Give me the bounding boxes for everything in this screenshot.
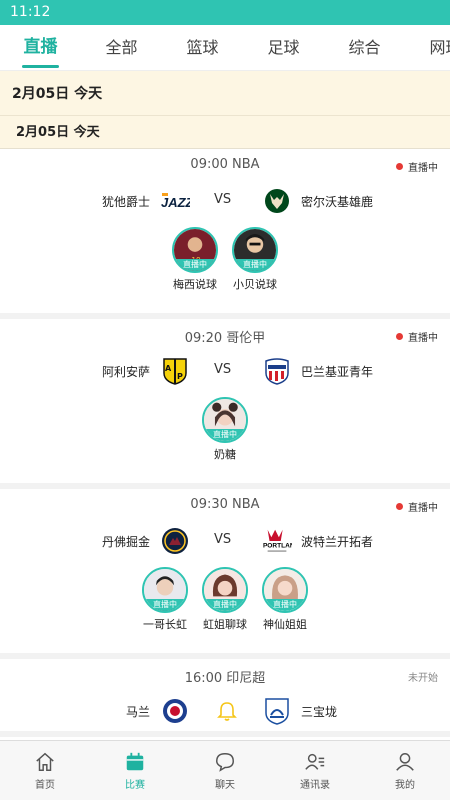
anchor-item[interactable]: 直播中 虹姐聊球 — [202, 567, 248, 653]
match-list[interactable]: 2月05日 今天 2月05日 今天 09:00 NBA 直播中 犹他爵士 JAZ… — [0, 70, 450, 740]
calendar-icon — [126, 752, 144, 771]
anchor-name: 神仙姐姐 — [263, 618, 307, 631]
match-card[interactable]: 16:00 印尼超 未开始 马兰 三宝垅 — [0, 659, 450, 737]
jazz-logo-icon: JAZZ — [160, 187, 190, 215]
tab-tennis[interactable]: 网球 — [405, 25, 450, 70]
anchor-item[interactable]: 直播中 神仙姐姐 — [262, 567, 308, 653]
home-team-name: 阿利安萨 — [101, 365, 150, 379]
live-dot-icon — [396, 333, 403, 340]
nav-label: 比赛 — [125, 780, 145, 791]
clock: 11:12 — [10, 4, 51, 20]
psis-logo-icon — [262, 697, 292, 725]
svg-text:PORTLAND: PORTLAND — [263, 543, 292, 550]
status-badge: 直播中 — [396, 329, 438, 344]
nuggets-logo-icon — [160, 527, 190, 555]
away-team-name: 三宝垅 — [301, 705, 338, 719]
nav-label: 通讯录 — [300, 780, 330, 791]
match-card[interactable]: 09:30 NBA 直播中 丹佛掘金 VS PORTLAND 波特兰开拓者 直播… — [0, 489, 450, 659]
avatar: 直播中 — [142, 567, 188, 613]
anchor-name: 梅西说球 — [173, 278, 217, 291]
vs-label: VS — [214, 362, 232, 377]
contacts-icon — [305, 753, 325, 770]
nav-label: 我的 — [395, 780, 415, 791]
tab-basketball[interactable]: 篮球 — [162, 25, 243, 70]
avatar: 直播中 — [232, 227, 278, 273]
away-team-name: 巴兰基亚青年 — [301, 365, 374, 379]
vs-label: VS — [214, 532, 232, 547]
nav-profile[interactable]: 我的 — [360, 741, 450, 800]
bucks-logo-icon — [262, 187, 292, 215]
live-badge: 直播中 — [144, 599, 186, 611]
alianza-logo-icon: AP — [160, 357, 190, 385]
live-badge: 直播中 — [204, 599, 246, 611]
away-team-name: 波特兰开拓者 — [301, 535, 374, 549]
match-time-league: 09:00 NBA — [190, 157, 260, 172]
nav-label: 首页 — [35, 780, 55, 791]
live-badge: 直播中 — [264, 599, 306, 611]
away-team-name: 密尔沃基雄鹿 — [301, 195, 374, 209]
live-dot-icon — [396, 163, 403, 170]
svg-text:JAZZ: JAZZ — [161, 195, 190, 210]
live-badge: 直播中 — [174, 259, 216, 271]
avatar: 直播中 — [202, 397, 248, 443]
arema-logo-icon — [160, 697, 190, 725]
nav-contacts[interactable]: 通讯录 — [270, 741, 360, 800]
match-time-league: 16:00 印尼超 — [184, 671, 266, 686]
chat-icon — [216, 753, 234, 772]
anchor-name: 奶糖 — [214, 448, 236, 461]
anchor-item[interactable]: 直播中 一哥长虹 — [142, 567, 188, 653]
anchor-item[interactable]: 直播中 奶糖 — [202, 397, 248, 483]
tab-football[interactable]: 足球 — [243, 25, 324, 70]
anchor-name: 虹姐聊球 — [203, 618, 247, 631]
status-bar: 11:12 — [0, 0, 450, 25]
anchor-name: 一哥长虹 — [143, 618, 187, 631]
match-time-league: 09:20 哥伦甲 — [184, 331, 266, 346]
status-badge: 直播中 — [396, 499, 438, 514]
date-subheader: 2月05日 今天 — [0, 116, 450, 149]
bell-icon[interactable] — [212, 697, 242, 725]
bottom-nav: 首页 比赛 聊天 通讯录 我的 — [0, 740, 450, 800]
live-dot-icon — [396, 503, 403, 510]
nav-label: 聊天 — [215, 780, 235, 791]
junior-logo-icon — [262, 357, 292, 385]
nav-chat[interactable]: 聊天 — [180, 741, 270, 800]
trailblazers-logo-icon: PORTLAND — [262, 527, 292, 555]
tab-live[interactable]: 直播 — [0, 25, 81, 70]
match-time-league: 09:30 NBA — [190, 497, 260, 512]
anchor-name: 小贝说球 — [233, 278, 277, 291]
anchor-item[interactable]: 10 直播中 梅西说球 — [172, 227, 218, 313]
match-card[interactable]: 09:20 哥伦甲 直播中 阿利安萨 AP VS 巴兰基亚青年 直播中 奶糖 — [0, 319, 450, 489]
tab-all[interactable]: 全部 — [81, 25, 162, 70]
home-team-name: 丹佛掘金 — [101, 535, 150, 549]
status-badge: 直播中 — [396, 159, 438, 174]
nav-home[interactable]: 首页 — [0, 741, 90, 800]
vs-label: VS — [214, 192, 232, 207]
status-badge: 未开始 — [408, 673, 438, 684]
home-team-name: 马兰 — [125, 705, 150, 719]
svg-text:P: P — [177, 372, 183, 381]
nav-matches[interactable]: 比赛 — [90, 741, 180, 800]
date-header: 2月05日 今天 — [0, 70, 450, 116]
match-card[interactable]: 09:00 NBA 直播中 犹他爵士 JAZZ VS 密尔沃基雄鹿 10 直播中… — [0, 149, 450, 319]
home-icon — [36, 752, 54, 771]
live-badge: 直播中 — [234, 259, 276, 271]
avatar: 10 直播中 — [172, 227, 218, 273]
profile-icon — [396, 753, 414, 771]
home-team-name: 犹他爵士 — [101, 195, 150, 209]
category-tabs: 直播 全部 篮球 足球 综合 网球 — [0, 25, 450, 70]
avatar: 直播中 — [202, 567, 248, 613]
avatar: 直播中 — [262, 567, 308, 613]
live-badge: 直播中 — [204, 429, 246, 441]
svg-text:A: A — [165, 364, 172, 373]
anchor-item[interactable]: 直播中 小贝说球 — [232, 227, 278, 313]
tab-general[interactable]: 综合 — [324, 25, 405, 70]
